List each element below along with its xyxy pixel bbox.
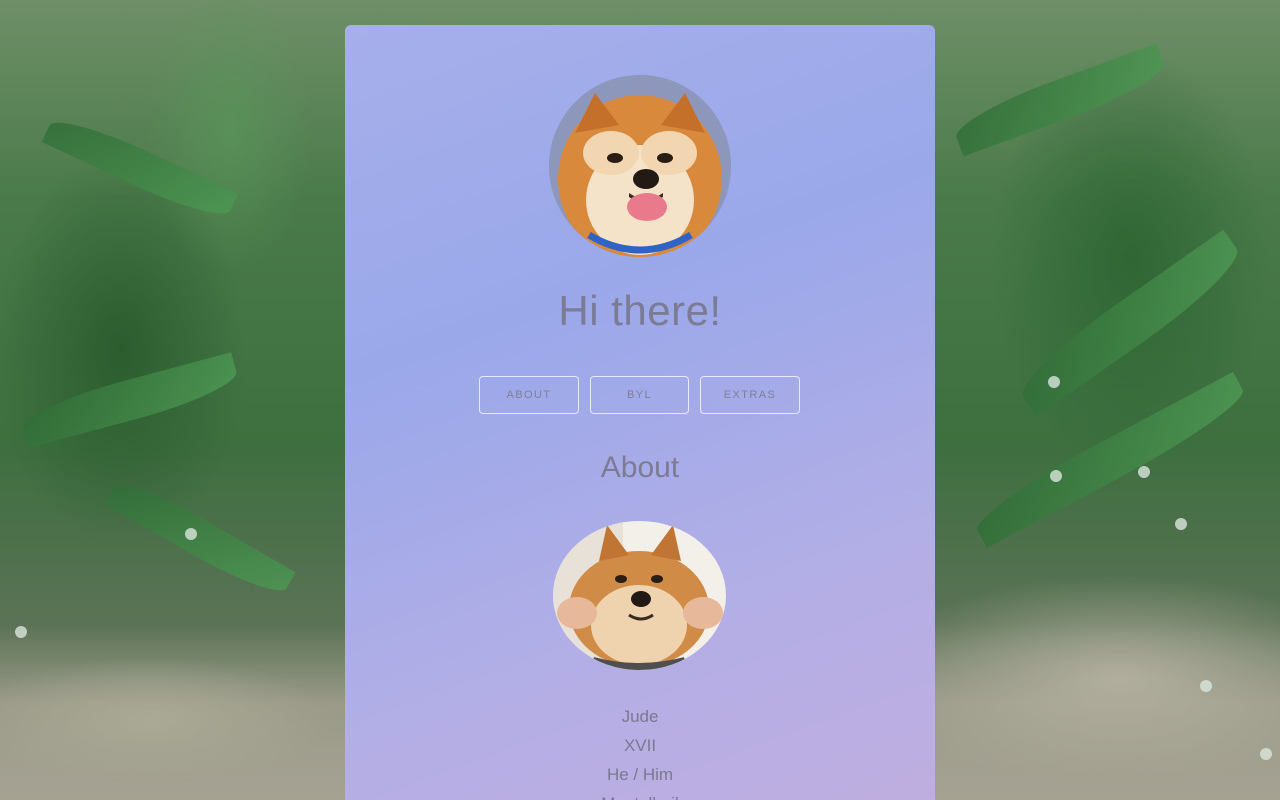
roman-numeral-line: XVII — [623, 736, 657, 755]
about-button[interactable]: ABOUT — [479, 376, 579, 414]
profile-card: Hi there! ABOUT BYL EXTRAS About Jude XV… — [345, 25, 935, 800]
byl-button[interactable]: BYL — [590, 376, 689, 414]
greeting-heading: Hi there! — [558, 287, 722, 334]
pronouns-line: He / Him — [606, 765, 674, 784]
name-line: Jude — [621, 707, 659, 726]
shiba-inu-avatar-image — [549, 75, 731, 257]
about-details: Jude XVII He / Him Montelbuil — [345, 702, 935, 800]
shiba-inu-photo-image — [553, 521, 726, 670]
avatar — [549, 75, 731, 257]
about-section-title: About — [600, 451, 680, 484]
about-photo — [553, 521, 726, 670]
main-nav: ABOUT BYL EXTRAS — [345, 376, 935, 414]
location-line: Montelbuil — [345, 789, 935, 800]
extras-button[interactable]: EXTRAS — [700, 376, 800, 414]
